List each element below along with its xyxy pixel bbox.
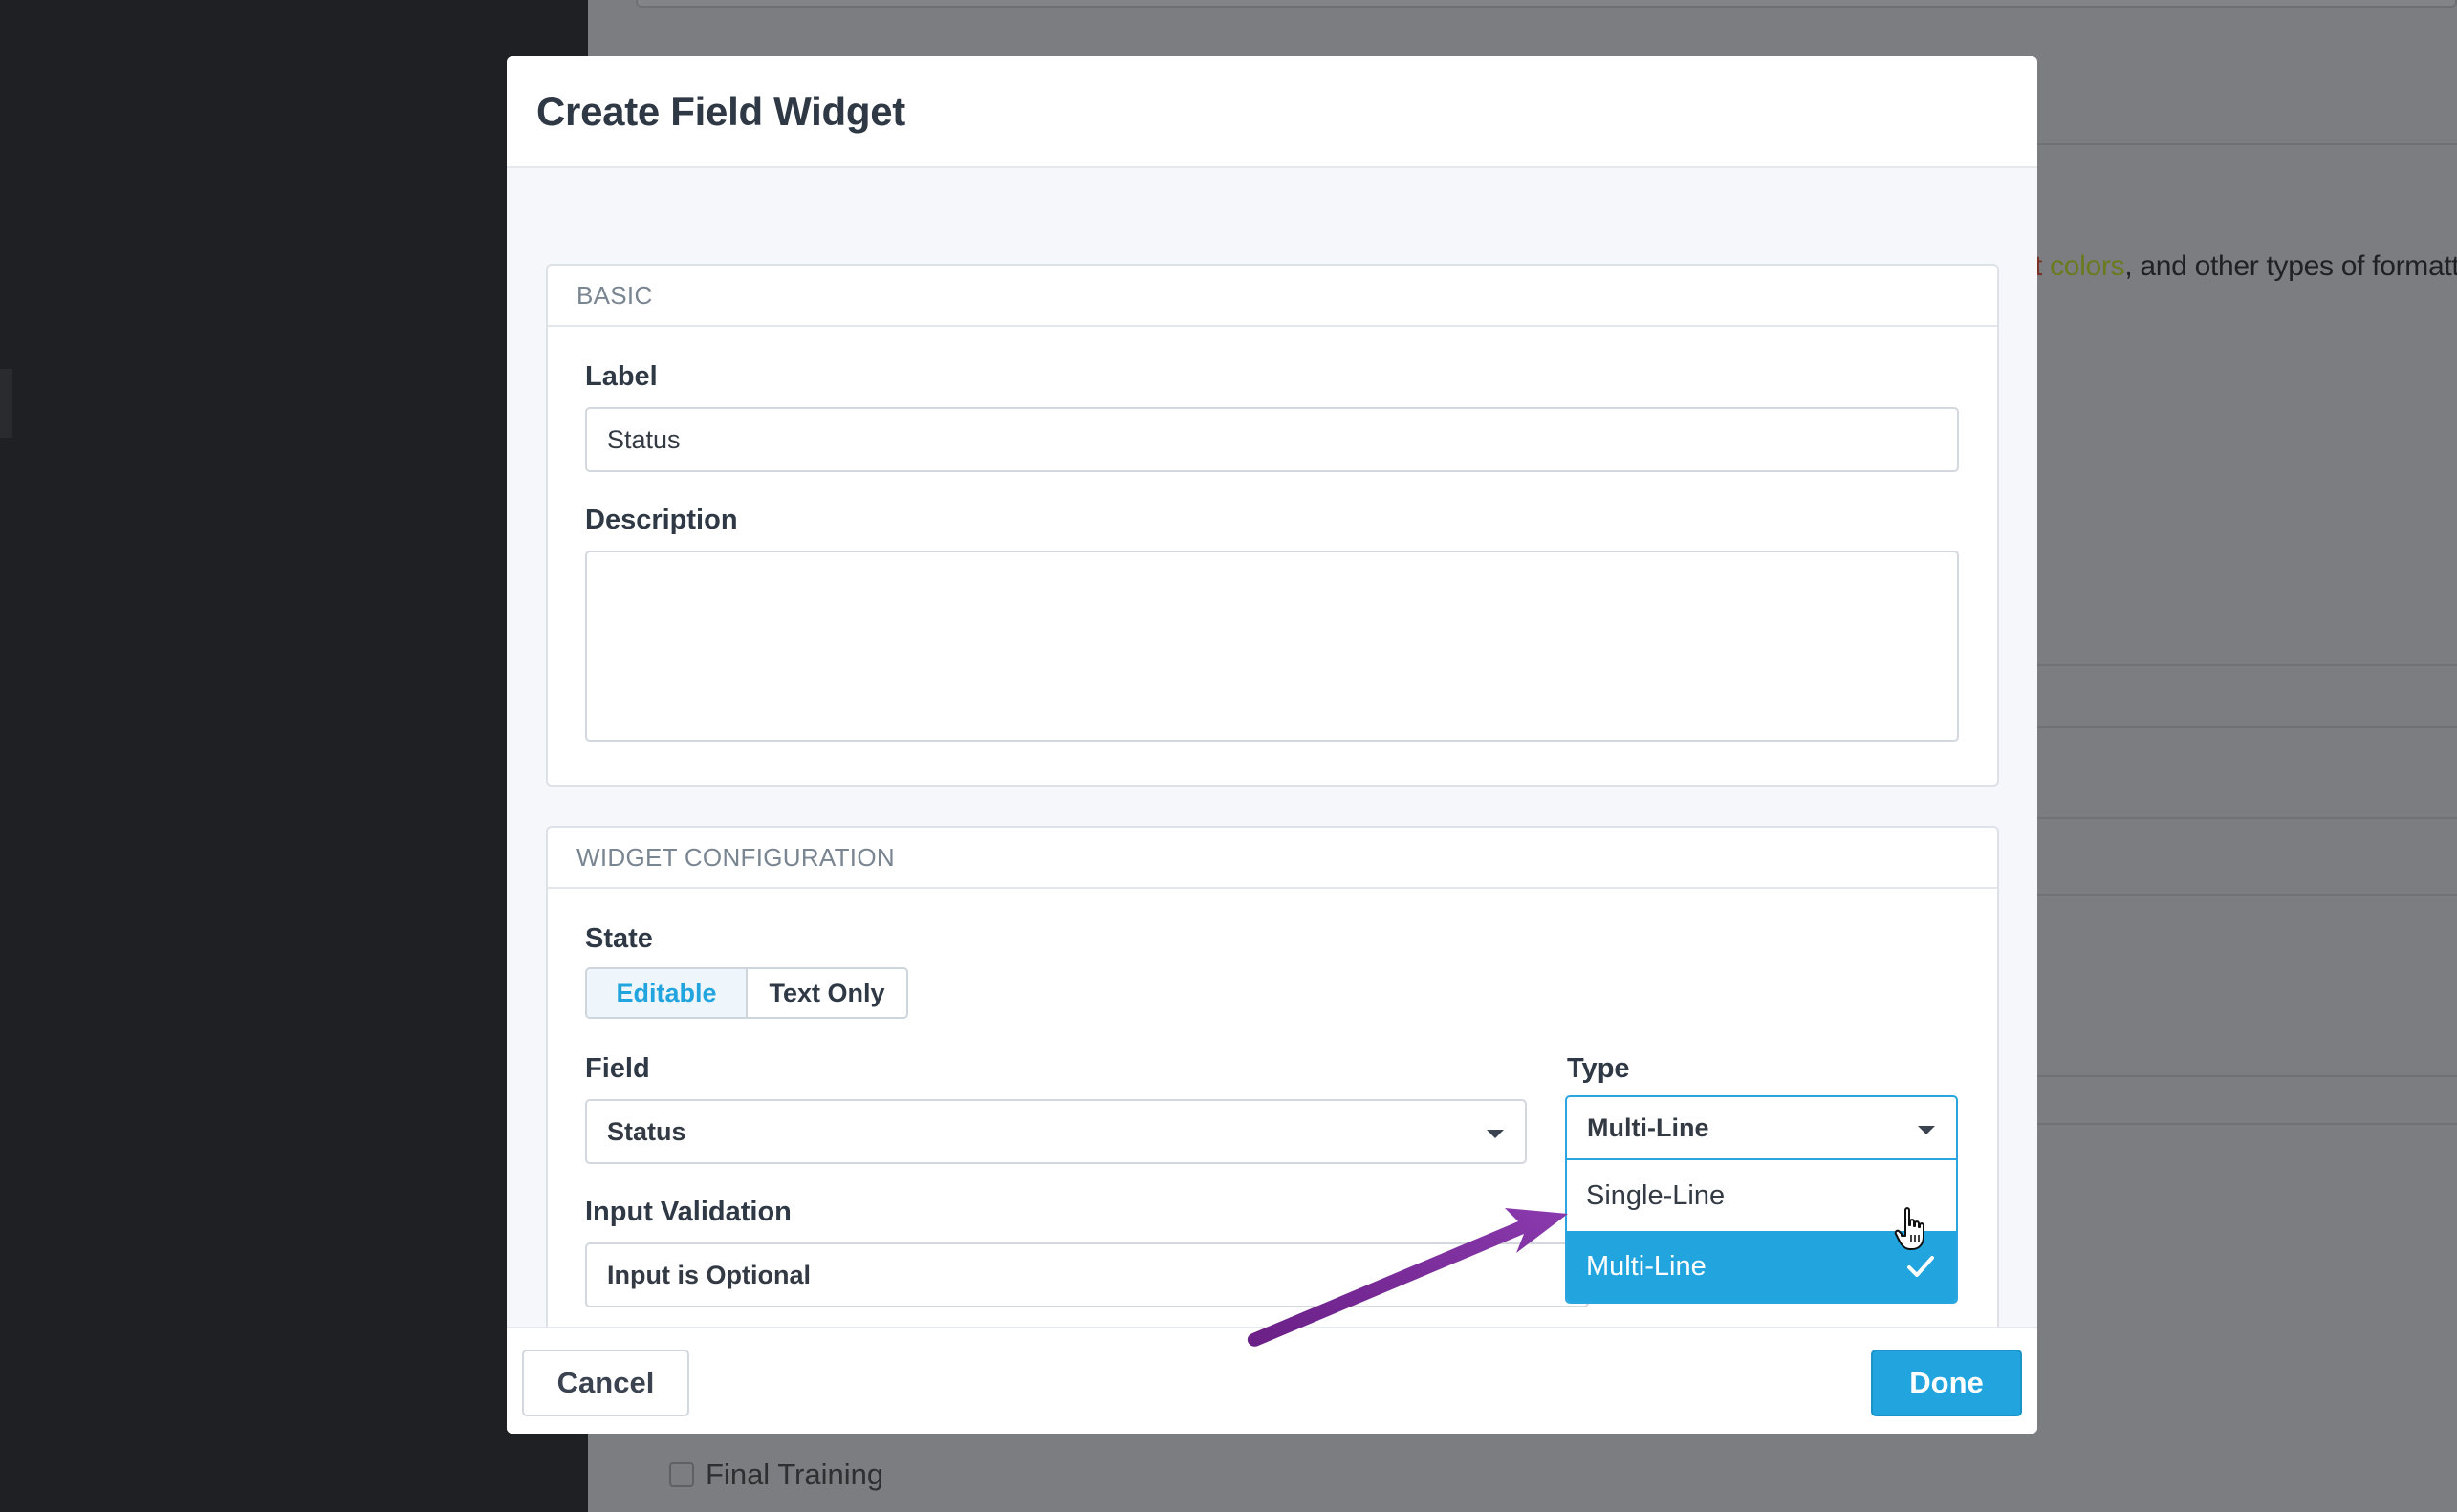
modal-footer: Cancel Done [507, 1327, 2037, 1434]
background-card [636, 0, 2457, 8]
state-text-only-button[interactable]: Text Only [748, 969, 906, 1017]
input-validation-select[interactable]: Input is Optional [585, 1242, 1589, 1307]
task-label: Final Training [706, 1458, 884, 1491]
background-divider [2036, 894, 2457, 896]
background-text-suffix: , and other types of formatt [2124, 250, 2457, 282]
checkmark-icon [1907, 1256, 1934, 1277]
hand-pointer-cursor-icon [1894, 1207, 1924, 1250]
background-formatting-text: t colors, and other types of formatt [2034, 250, 2457, 283]
label-input[interactable]: Status [585, 407, 1959, 472]
field-label: Field [585, 1053, 650, 1084]
description-textarea[interactable] [585, 551, 1959, 742]
modal-header: Create Field Widget [507, 56, 2037, 168]
field-select[interactable]: Status [585, 1099, 1527, 1164]
sidebar-marker [0, 369, 12, 438]
task-checkbox [669, 1462, 694, 1487]
description-field-label: Description [585, 505, 738, 535]
state-label: State [585, 923, 653, 954]
type-option-label: Single-Line [1586, 1179, 1726, 1211]
caret-down-icon [1487, 1130, 1504, 1138]
type-label: Type [1567, 1053, 1630, 1084]
background-task-item: Final Training [669, 1458, 883, 1492]
label-field-label: Label [585, 361, 658, 392]
cancel-button[interactable]: Cancel [522, 1350, 689, 1416]
background-divider [2036, 664, 2457, 666]
done-button[interactable]: Done [1871, 1350, 2022, 1416]
type-option-label: Multi-Line [1586, 1250, 1707, 1282]
background-divider [2036, 726, 2457, 728]
basic-panel-heading: Basic [548, 266, 1997, 327]
modal-title: Create Field Widget [536, 88, 905, 134]
background-divider [2036, 817, 2457, 819]
input-validation-label: Input Validation [585, 1197, 792, 1227]
app-sidebar [0, 0, 588, 1512]
type-select-value: Multi-Line [1587, 1112, 1709, 1142]
basic-panel: Basic Label Status Description [546, 264, 1999, 787]
background-divider [2036, 1075, 2457, 1077]
input-validation-value: Input is Optional [607, 1260, 811, 1289]
widget-configuration-heading: Widget Configuration [548, 828, 1997, 889]
background-divider [2036, 1123, 2457, 1125]
state-toggle: Editable Text Only [585, 967, 908, 1019]
caret-down-icon [1918, 1126, 1935, 1134]
field-select-value: Status [607, 1116, 686, 1146]
create-field-widget-modal: Create Field Widget Basic Label Status D… [507, 56, 2037, 1434]
type-select[interactable]: Multi-Line [1565, 1095, 1958, 1160]
background-text-colors: colors [2050, 250, 2125, 282]
modal-body: Basic Label Status Description Widget Co… [507, 168, 2037, 1344]
state-editable-button[interactable]: Editable [587, 969, 748, 1017]
